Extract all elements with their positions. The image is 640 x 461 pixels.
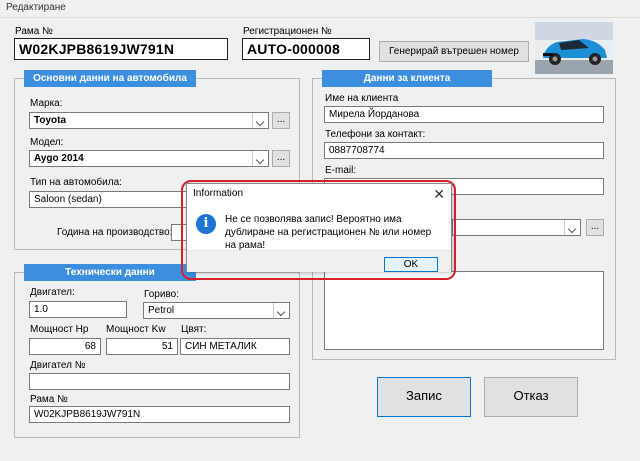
info-icon: i (196, 214, 216, 234)
tech-frame-input[interactable]: W02KJPB8619JW791N (29, 406, 290, 423)
engine-input[interactable]: 1.0 (29, 301, 127, 318)
model-browse-button[interactable]: ... (272, 150, 290, 167)
client-browse-button[interactable]: ... (586, 219, 604, 236)
color-label: Цвят: (181, 324, 207, 335)
chevron-down-icon[interactable] (252, 113, 268, 128)
car-photo (535, 22, 613, 74)
email-label: E-mail: (325, 165, 357, 176)
engine-no-label: Двигател № (30, 360, 86, 371)
type-combobox[interactable]: Saloon (sedan) (29, 191, 199, 208)
make-label: Марка: (30, 98, 63, 109)
color-input[interactable]: СИН МЕТАЛИК (180, 338, 290, 355)
hp-label: Мощност Hp (30, 324, 89, 335)
fuel-value: Petrol (148, 305, 175, 316)
client-name-label: Име на клиента (325, 93, 399, 104)
fuel-label: Гориво: (144, 289, 179, 300)
window-title: Редактиране (6, 2, 66, 13)
hp-input[interactable]: 68 (29, 338, 101, 355)
kw-input[interactable]: 51 (106, 338, 178, 355)
close-icon[interactable]: ✕ (433, 186, 445, 203)
model-combobox[interactable]: Aygo 2014 (29, 150, 269, 167)
dialog-title: Information (193, 188, 244, 199)
reg-label: Регистрационен № (243, 26, 332, 37)
fuel-combobox[interactable]: Petrol (143, 302, 290, 319)
model-label: Модел: (30, 137, 64, 148)
engine-no-input[interactable] (29, 373, 290, 390)
frame-label: Рама № (15, 26, 53, 37)
ok-button[interactable]: OK (384, 257, 438, 272)
kw-label: Мощност Kw (106, 324, 166, 335)
reg-input[interactable]: AUTO-000008 (242, 38, 370, 60)
cancel-button[interactable]: Отказ (484, 377, 578, 417)
chevron-down-icon[interactable] (252, 151, 268, 166)
year-label: Година на производство: (57, 227, 173, 238)
generate-number-button[interactable]: Генерирай вътрешен номер (379, 41, 529, 62)
client-combobox[interactable] (452, 219, 581, 236)
chevron-down-icon[interactable] (564, 220, 580, 235)
chevron-down-icon[interactable] (273, 303, 289, 318)
make-value: Toyota (34, 115, 67, 126)
frame-input[interactable]: W02KJPB8619JW791N (14, 38, 228, 60)
information-dialog: Information ✕ i Не се позволява запис! В… (186, 183, 452, 272)
make-combobox[interactable]: Toyota (29, 112, 269, 129)
type-value: Saloon (sedan) (34, 194, 102, 205)
tech-group-header: Технически данни (24, 264, 196, 281)
model-value: Aygo 2014 (34, 153, 84, 164)
client-group-header: Данни за клиента (322, 70, 492, 87)
type-label: Тип на автомобила: (30, 177, 122, 188)
dialog-body: i Не се позволява запис! Вероятно има ду… (187, 204, 451, 251)
make-browse-button[interactable]: ... (272, 112, 290, 129)
window-title-bar: Редактиране (0, 0, 640, 18)
car-group-header: Основни данни на автомобила (24, 70, 196, 87)
client-name-input[interactable]: Мирела Йорданова (324, 106, 604, 123)
dialog-footer: OK (187, 250, 451, 272)
dialog-message: Не се позволява запис! Вероятно има дубл… (225, 214, 432, 251)
save-button[interactable]: Запис (377, 377, 471, 417)
tech-frame-label: Рама № (30, 394, 68, 405)
notes-textarea[interactable] (324, 271, 604, 350)
phones-input[interactable]: 0887708774 (324, 142, 604, 159)
engine-label: Двигател: (30, 287, 75, 298)
phones-label: Телефони за контакт: (325, 129, 426, 140)
